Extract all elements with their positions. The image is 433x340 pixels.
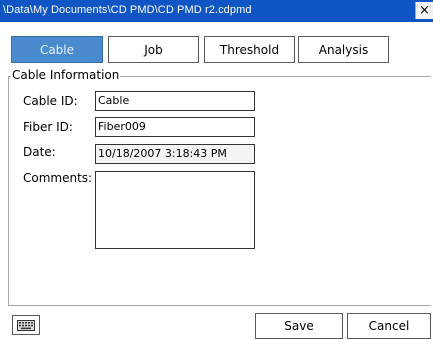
window-title: \Data\My Documents\CD PMD\CD PMD r2.cdpm… xyxy=(3,4,252,16)
title-bar: \Data\My Documents\CD PMD\CD PMD r2.cdpm… xyxy=(0,0,433,22)
date-field: 10/18/2007 3:18:43 PM xyxy=(95,144,255,164)
date-label: Date: xyxy=(23,145,56,159)
close-button[interactable]: × xyxy=(415,2,433,19)
cable-id-label: Cable ID: xyxy=(23,94,78,108)
cable-information-legend: Cable Information xyxy=(11,68,121,82)
tab-analysis[interactable]: Analysis xyxy=(298,36,389,63)
save-button[interactable]: Save xyxy=(255,313,343,339)
cancel-button[interactable]: Cancel xyxy=(347,313,431,339)
keyboard-icon xyxy=(17,319,35,331)
tab-job[interactable]: Job xyxy=(108,36,199,63)
comments-field[interactable] xyxy=(95,171,255,249)
main-panel: Cable Job Threshold Analysis Cable Infor… xyxy=(0,22,433,340)
keyboard-button[interactable] xyxy=(12,315,40,335)
tab-cable[interactable]: Cable xyxy=(11,36,103,63)
comments-label: Comments: xyxy=(23,171,93,185)
fiber-id-field[interactable]: Fiber009 xyxy=(95,117,255,137)
tab-threshold[interactable]: Threshold xyxy=(204,36,295,63)
fiber-id-label: Fiber ID: xyxy=(23,120,73,134)
cable-id-field[interactable]: Cable xyxy=(95,91,255,111)
